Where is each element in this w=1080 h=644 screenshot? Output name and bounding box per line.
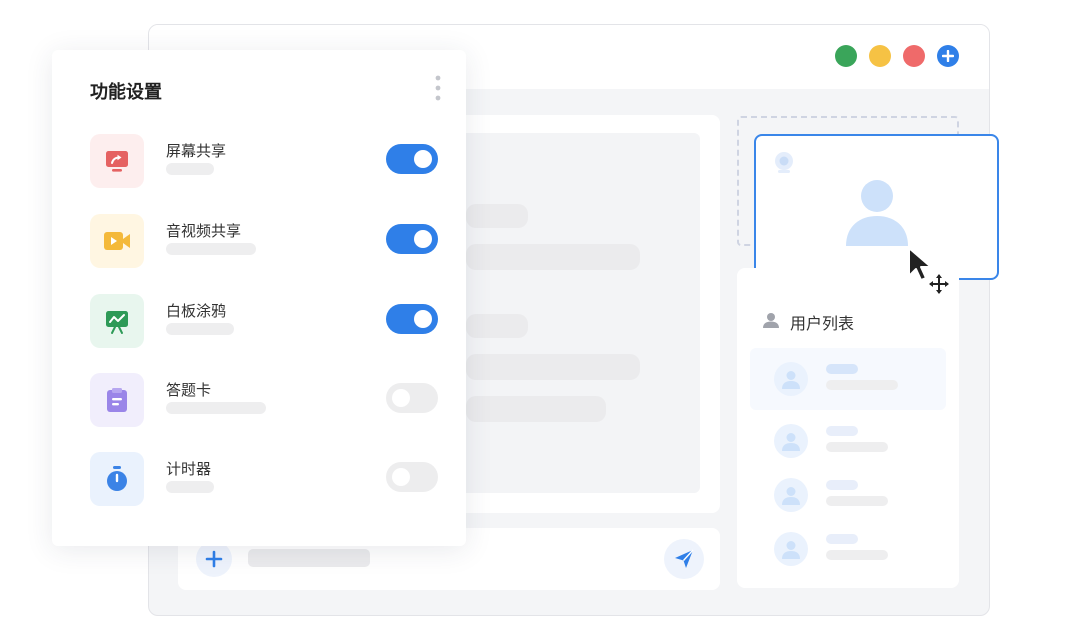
placeholder-bar: [466, 314, 528, 338]
user-list-title: 用户列表: [790, 314, 855, 333]
placeholder-bar: [466, 204, 528, 228]
window-control-green[interactable]: [835, 45, 857, 67]
feature-desc-placeholder: [166, 163, 214, 175]
placeholder-bar: [466, 244, 640, 270]
toggle-screen-share[interactable]: [386, 144, 438, 174]
feature-label: 音视频共享: [166, 222, 242, 240]
feature-row-screen-share: 屏幕共享: [52, 134, 466, 214]
user-name-placeholder: [826, 426, 858, 436]
toggle-knob: [414, 150, 432, 168]
more-vertical-icon[interactable]: [432, 74, 444, 102]
feature-label: 计时器: [166, 460, 212, 478]
timer-icon: [107, 466, 127, 491]
camera-icon: [775, 152, 793, 173]
feature-desc-placeholder: [166, 323, 234, 335]
feature-icon-box: [90, 134, 144, 188]
toggle-av-share[interactable]: [386, 224, 438, 254]
add-attachment-button[interactable]: [196, 541, 232, 577]
user-list-item[interactable]: [750, 348, 946, 410]
user-detail-placeholder: [826, 442, 888, 452]
user-detail-placeholder: [826, 550, 888, 560]
avatar-icon: [782, 371, 800, 389]
feature-label: 白板涂鸦: [166, 302, 227, 320]
feature-row-answer-card: 答题卡: [52, 373, 466, 453]
panel-title: 功能设置: [90, 82, 162, 103]
user-name-placeholder: [826, 364, 858, 374]
placeholder-bar: [466, 354, 640, 380]
feature-label: 屏幕共享: [166, 142, 227, 160]
user-detail-placeholder: [826, 496, 888, 506]
add-window-button[interactable]: [937, 45, 959, 67]
toggle-knob: [392, 389, 410, 407]
screen-share-icon: [106, 151, 128, 172]
avatar-icon: [782, 541, 800, 559]
avatar-icon: [782, 433, 800, 451]
feature-icon-box: [90, 294, 144, 348]
move-cursor-icon: [908, 247, 949, 294]
feature-row-whiteboard: 白板涂鸦: [52, 294, 466, 374]
avatar: [774, 424, 808, 458]
avatar-icon: [846, 180, 908, 246]
feature-icon-box: [90, 373, 144, 427]
video-tile[interactable]: [754, 134, 999, 280]
feature-icon-box: [90, 214, 144, 268]
feature-row-timer: 计时器: [52, 452, 466, 532]
feature-row-av-share: 音视频共享: [52, 214, 466, 294]
avatar-icon: [782, 487, 800, 505]
window-control-red[interactable]: [903, 45, 925, 67]
placeholder-bar: [466, 396, 606, 422]
toggle-knob: [414, 230, 432, 248]
clipboard-icon: [107, 388, 127, 412]
feature-label: 答题卡: [166, 381, 212, 399]
video-camera-icon: [104, 232, 130, 250]
user-icon: [763, 313, 779, 328]
user-list-item[interactable]: [750, 518, 946, 580]
whiteboard-icon: [106, 311, 128, 334]
send-icon: [675, 549, 694, 568]
toggle-knob: [392, 468, 410, 486]
toggle-knob: [414, 310, 432, 328]
toggle-whiteboard[interactable]: [386, 304, 438, 334]
user-list-item[interactable]: [750, 410, 946, 472]
user-detail-placeholder: [826, 380, 898, 390]
user-name-placeholder: [826, 480, 858, 490]
toggle-answer-card[interactable]: [386, 383, 438, 413]
feature-icon-box: [90, 452, 144, 506]
window-control-yellow[interactable]: [869, 45, 891, 67]
feature-desc-placeholder: [166, 243, 256, 255]
avatar: [774, 478, 808, 512]
user-name-placeholder: [826, 534, 858, 544]
feature-desc-placeholder: [166, 481, 214, 493]
feature-desc-placeholder: [166, 402, 266, 414]
user-list-item[interactable]: [750, 464, 946, 526]
send-button[interactable]: [664, 539, 704, 579]
message-input[interactable]: [248, 549, 370, 567]
plus-icon: [942, 50, 954, 62]
toggle-timer[interactable]: [386, 462, 438, 492]
avatar: [774, 362, 808, 396]
avatar: [774, 532, 808, 566]
plus-icon: [205, 550, 223, 568]
